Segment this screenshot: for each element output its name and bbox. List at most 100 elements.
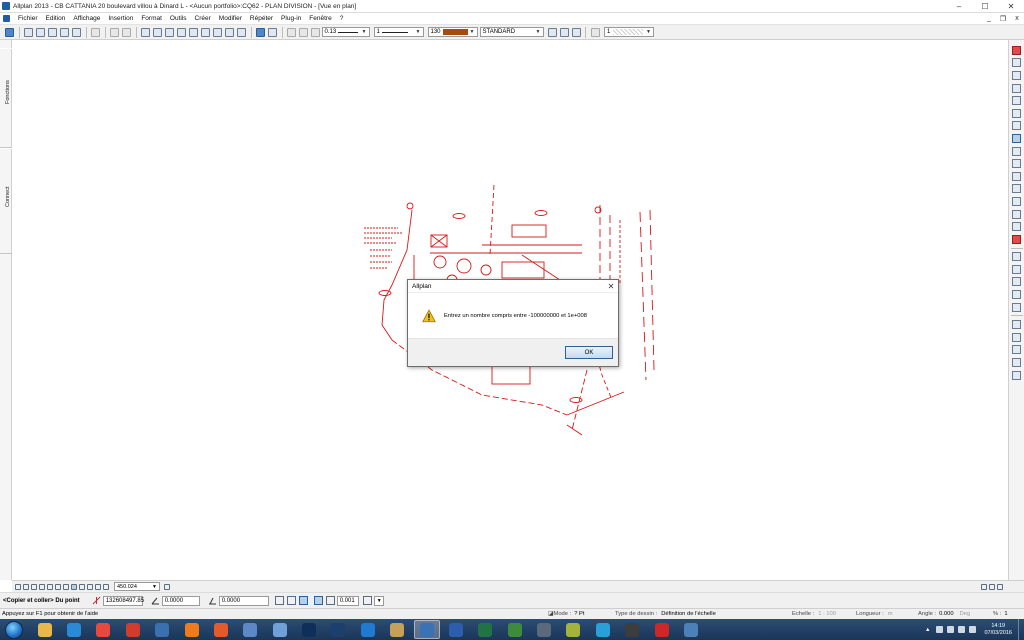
snap-line-icon[interactable] [23, 583, 29, 590]
show-desktop-button[interactable] [1018, 619, 1024, 640]
taskbar-explorer-button[interactable] [32, 620, 58, 639]
pencil-tool-icon[interactable] [299, 27, 308, 37]
new-file-icon[interactable] [24, 27, 33, 37]
sum-icon[interactable] [1012, 345, 1021, 355]
snap-point-icon[interactable] [15, 583, 21, 590]
menu-creer[interactable]: Créer [191, 15, 215, 22]
document-menu-icon[interactable] [3, 15, 10, 22]
zoom-icon[interactable] [268, 27, 277, 37]
menu-edition[interactable]: Edition [42, 15, 70, 22]
menu-outils[interactable]: Outils [166, 15, 191, 22]
stairs-tool-icon[interactable] [1012, 159, 1021, 169]
move-icon[interactable] [201, 27, 210, 37]
wall-tool-icon[interactable] [1012, 83, 1021, 93]
tray-app-icon[interactable] [936, 626, 944, 633]
paste-icon[interactable] [177, 27, 186, 37]
window-tool-icon[interactable] [1012, 171, 1021, 181]
taskbar-firefox-button[interactable] [179, 620, 205, 639]
snap-ortho-icon[interactable] [87, 583, 93, 590]
menu-insertion[interactable]: Insertion [104, 15, 137, 22]
hatch-icon[interactable] [590, 27, 600, 37]
coord-relative-icon[interactable] [286, 596, 296, 605]
triangle-tool-2-icon[interactable] [1012, 121, 1021, 131]
print-icon[interactable] [60, 27, 69, 37]
pen-thickness-select[interactable]: 0.13 ▼ [321, 27, 370, 37]
mdi-close-button[interactable]: x [1010, 15, 1024, 23]
taskbar-notepad-button[interactable] [267, 620, 293, 639]
coord-absolute-icon[interactable] [298, 596, 308, 605]
slab-tool-icon[interactable] [1012, 196, 1021, 206]
color-select[interactable]: 130 ▼ [427, 27, 478, 37]
taskbar-ccleaner-button[interactable] [120, 620, 146, 639]
lightbulb-icon[interactable] [559, 27, 569, 37]
menu-plug-in[interactable]: Plug-in [277, 15, 305, 22]
start-button[interactable] [5, 620, 23, 639]
taskbar-cinema4d-button[interactable] [325, 620, 351, 639]
dz-field[interactable]: 0.0000 [218, 595, 269, 606]
snap-tangent-icon[interactable] [55, 583, 61, 590]
delta-icon[interactable] [325, 596, 335, 605]
mdi-minimize-button[interactable]: _ [982, 15, 996, 23]
ortho-mode-icon[interactable] [313, 596, 323, 605]
text-tool-icon[interactable] [1012, 277, 1021, 287]
reset-icon[interactable] [164, 583, 170, 590]
taskbar-allplan-button[interactable] [413, 620, 440, 639]
taskbar-word-button[interactable] [443, 620, 469, 639]
menu-help[interactable]: ? [336, 15, 348, 22]
pipette-icon[interactable] [311, 27, 320, 37]
delete-tool-icon[interactable] [1012, 234, 1021, 244]
undo-icon[interactable] [110, 27, 119, 37]
mirror-icon[interactable] [189, 27, 198, 37]
calc-tool-icon[interactable] [1012, 332, 1021, 342]
taskbar-unknown-blue-button[interactable] [149, 620, 175, 639]
view-arrows-icon[interactable] [989, 583, 995, 590]
rotate-icon[interactable] [213, 27, 222, 37]
tray-volume-icon[interactable] [969, 626, 977, 633]
pen-tool-icon[interactable] [287, 27, 296, 37]
hatch-select[interactable]: 1 ▼ [604, 27, 654, 37]
eraser-icon[interactable] [1012, 45, 1021, 55]
tray-flag-icon[interactable] [947, 626, 955, 633]
selected-tool-icon[interactable] [1012, 133, 1021, 143]
taskbar-acrobat-button[interactable] [649, 620, 675, 639]
print-preview-icon[interactable] [72, 27, 81, 37]
menu-repeter[interactable]: Répéter [246, 15, 277, 22]
door-tool-icon[interactable] [1012, 146, 1021, 156]
format-properties-icon[interactable] [571, 27, 581, 37]
zoom-window-icon[interactable] [1012, 320, 1021, 330]
angle-value[interactable]: 0.000 [939, 611, 954, 617]
snap-circle-icon[interactable] [47, 583, 53, 590]
percent-value[interactable]: 1 [1004, 611, 1007, 617]
taskbar-flash-button[interactable] [590, 620, 616, 639]
taskbar-paint-button[interactable] [208, 620, 234, 639]
open-file-icon[interactable] [36, 27, 45, 37]
dy-field[interactable]: 0.0000 [161, 595, 200, 606]
grid-dropdown[interactable]: ▼ [373, 595, 384, 606]
minimize-button[interactable]: – [946, 0, 972, 13]
line-type-select[interactable]: 1 ▼ [373, 27, 424, 37]
measure-tool-icon[interactable] [1012, 252, 1021, 262]
image-icon[interactable] [91, 27, 100, 37]
taskbar-excel-button[interactable] [472, 620, 498, 639]
scale-value[interactable]: 1 : 100 [818, 611, 836, 617]
taskbar-game-button[interactable] [619, 620, 645, 639]
layer-settings-icon[interactable] [547, 27, 557, 37]
filter-icon[interactable] [1012, 358, 1021, 368]
scale-icon[interactable] [225, 27, 234, 37]
taskbar-w-app-button[interactable] [560, 620, 586, 639]
menu-affichage[interactable]: Affichage [69, 15, 104, 22]
taskbar-teamviewer-button[interactable] [355, 620, 381, 639]
grid-options-icon[interactable] [362, 596, 372, 605]
room-tool-icon[interactable] [1012, 184, 1021, 194]
snap-arrow-icon[interactable] [63, 583, 69, 590]
maximize-button[interactable]: ☐ [972, 0, 998, 13]
length-value[interactable]: m [888, 611, 893, 617]
tab-fonctions[interactable]: Fonctions [0, 48, 12, 148]
column-tool-icon[interactable] [1012, 96, 1021, 106]
layer-icon[interactable] [237, 27, 246, 37]
menu-fichier[interactable]: Fichier [14, 15, 42, 22]
roof-tool-icon[interactable] [1012, 209, 1021, 219]
copy-icon[interactable] [153, 27, 162, 37]
tray-arrow-icon[interactable]: ▲ [925, 627, 930, 633]
taskbar-sketchup-button[interactable] [502, 620, 528, 639]
